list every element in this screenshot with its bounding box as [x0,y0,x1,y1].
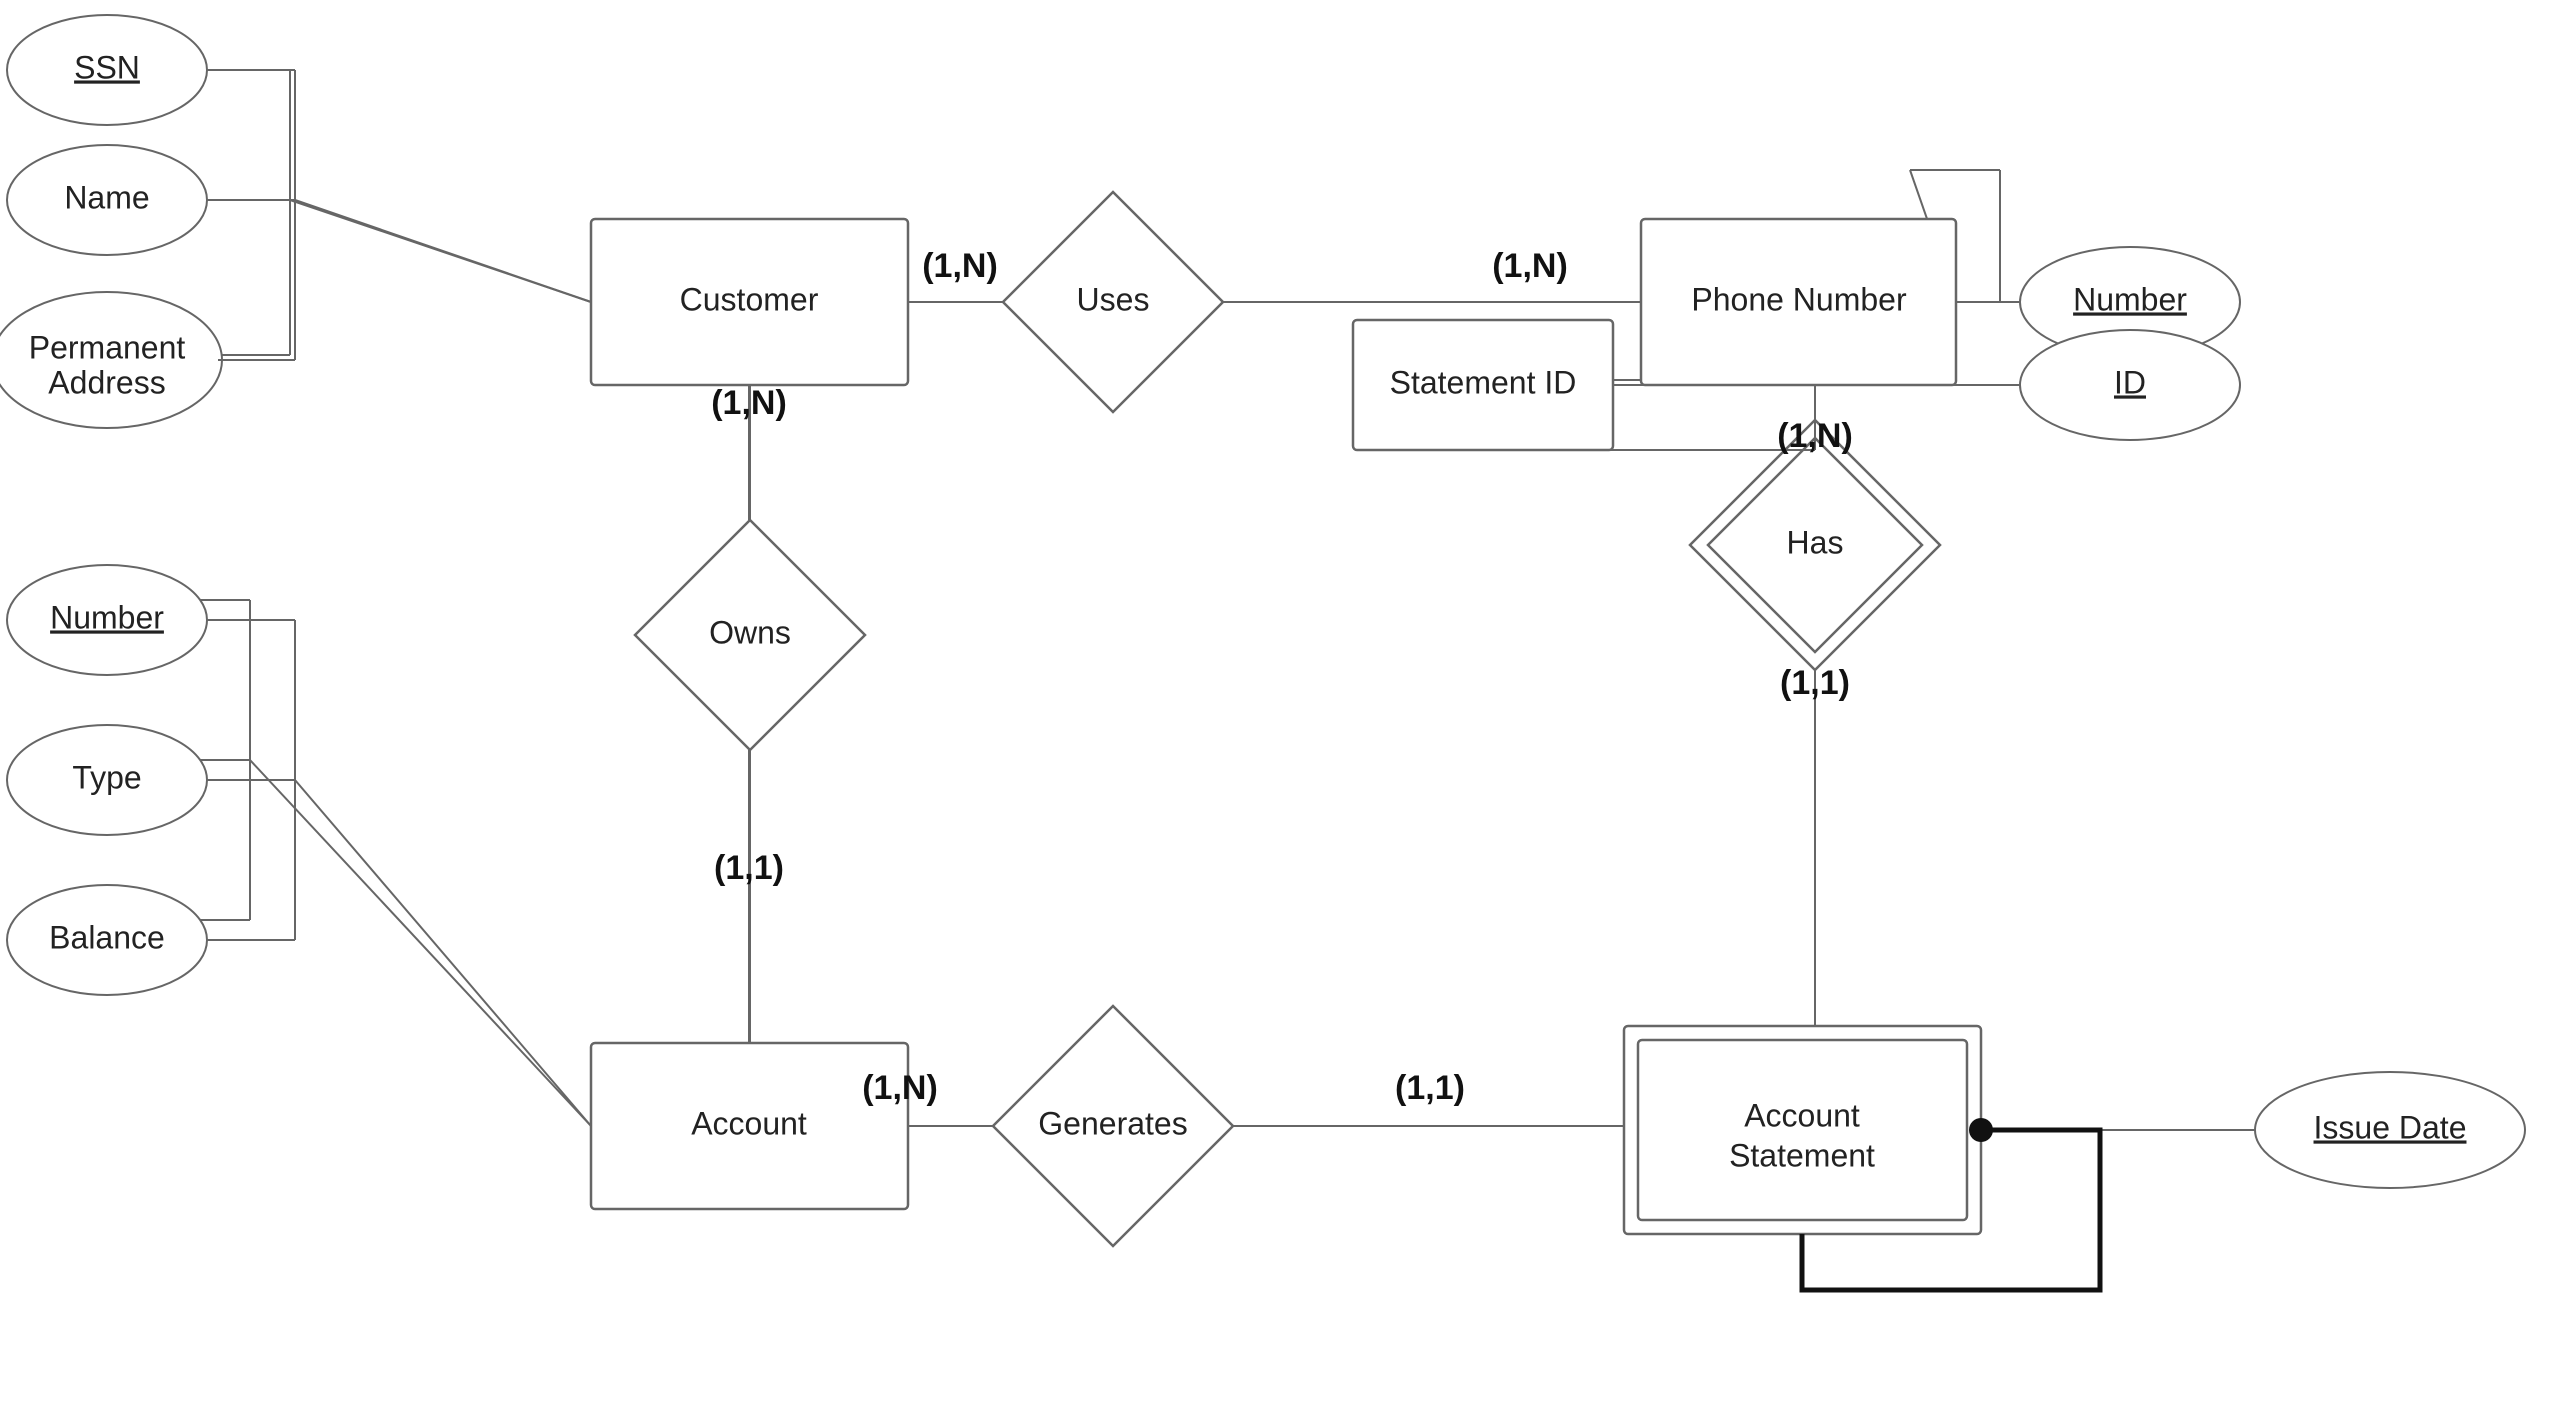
account-label: Account [691,1105,807,1141]
statement-id-label: Statement ID [1390,364,1577,400]
card-stmt-generates: (1,1) [1395,1069,1465,1107]
card-stmt-has-top: (1,N) [1777,417,1853,455]
generates-label: Generates [1038,1105,1187,1141]
type-label: Type [72,759,141,795]
card-stmt-has-bottom: (1,1) [1780,664,1850,702]
phone-number-label: Phone Number [1691,281,1907,317]
card-account-generates: (1,N) [862,1069,938,1107]
customer-label: Customer [680,281,819,317]
permanent-address-label2: Address [48,364,165,400]
card-customer-owns: (1,N) [711,384,787,422]
account-statement-label2: Statement [1729,1137,1875,1173]
balance-label: Balance [49,919,165,955]
id-label: ID [2114,364,2146,400]
name-label: Name [64,179,149,215]
card-phone-uses: (1,N) [1492,247,1568,285]
account-statement-label1: Account [1744,1097,1860,1133]
owns-label: Owns [709,614,791,650]
card-account-owns: (1,1) [714,849,784,887]
card-customer-uses: (1,N) [922,247,998,285]
phone-number-attr-label: Number [2073,281,2187,317]
account-number-label: Number [50,599,164,635]
permanent-address-label1: Permanent [29,329,186,365]
ssn-label: SSN [74,49,140,85]
issue-date-label: Issue Date [2314,1109,2467,1145]
uses-label: Uses [1077,281,1150,317]
has-label: Has [1787,524,1844,560]
